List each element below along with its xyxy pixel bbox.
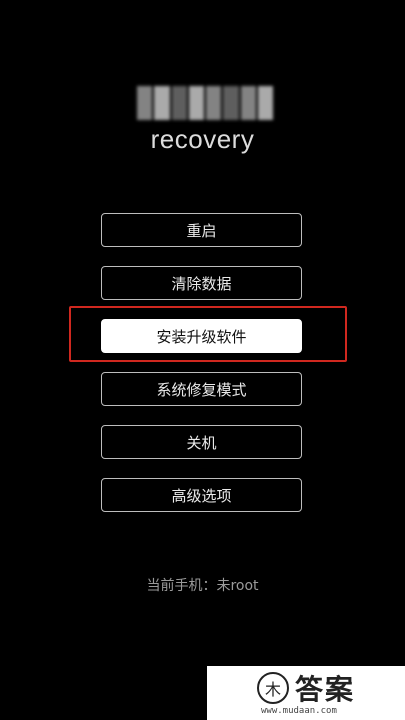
recovery-screen: recovery 重启 清除数据 安装升级软件 系统修复模式 关机 高级选项 当… (0, 0, 405, 720)
watermark-url: www.mudaan.com (261, 706, 337, 716)
blurred-brand-logo (137, 86, 273, 120)
watermark-text: 答案 (295, 673, 356, 706)
wipe-data-button[interactable]: 清除数据 (101, 266, 302, 300)
power-off-button[interactable]: 关机 (101, 425, 302, 459)
root-status-text: 当前手机：未root (146, 578, 259, 594)
red-highlight-frame (69, 306, 347, 362)
watermark: 木 答案 www.mudaan.com (207, 666, 405, 720)
system-repair-mode-button[interactable]: 系统修复模式 (101, 372, 302, 406)
page-title: recovery (150, 124, 255, 154)
watermark-logo-icon: 木 (257, 672, 289, 704)
advanced-options-button[interactable]: 高级选项 (101, 478, 302, 512)
reboot-button[interactable]: 重启 (101, 213, 302, 247)
